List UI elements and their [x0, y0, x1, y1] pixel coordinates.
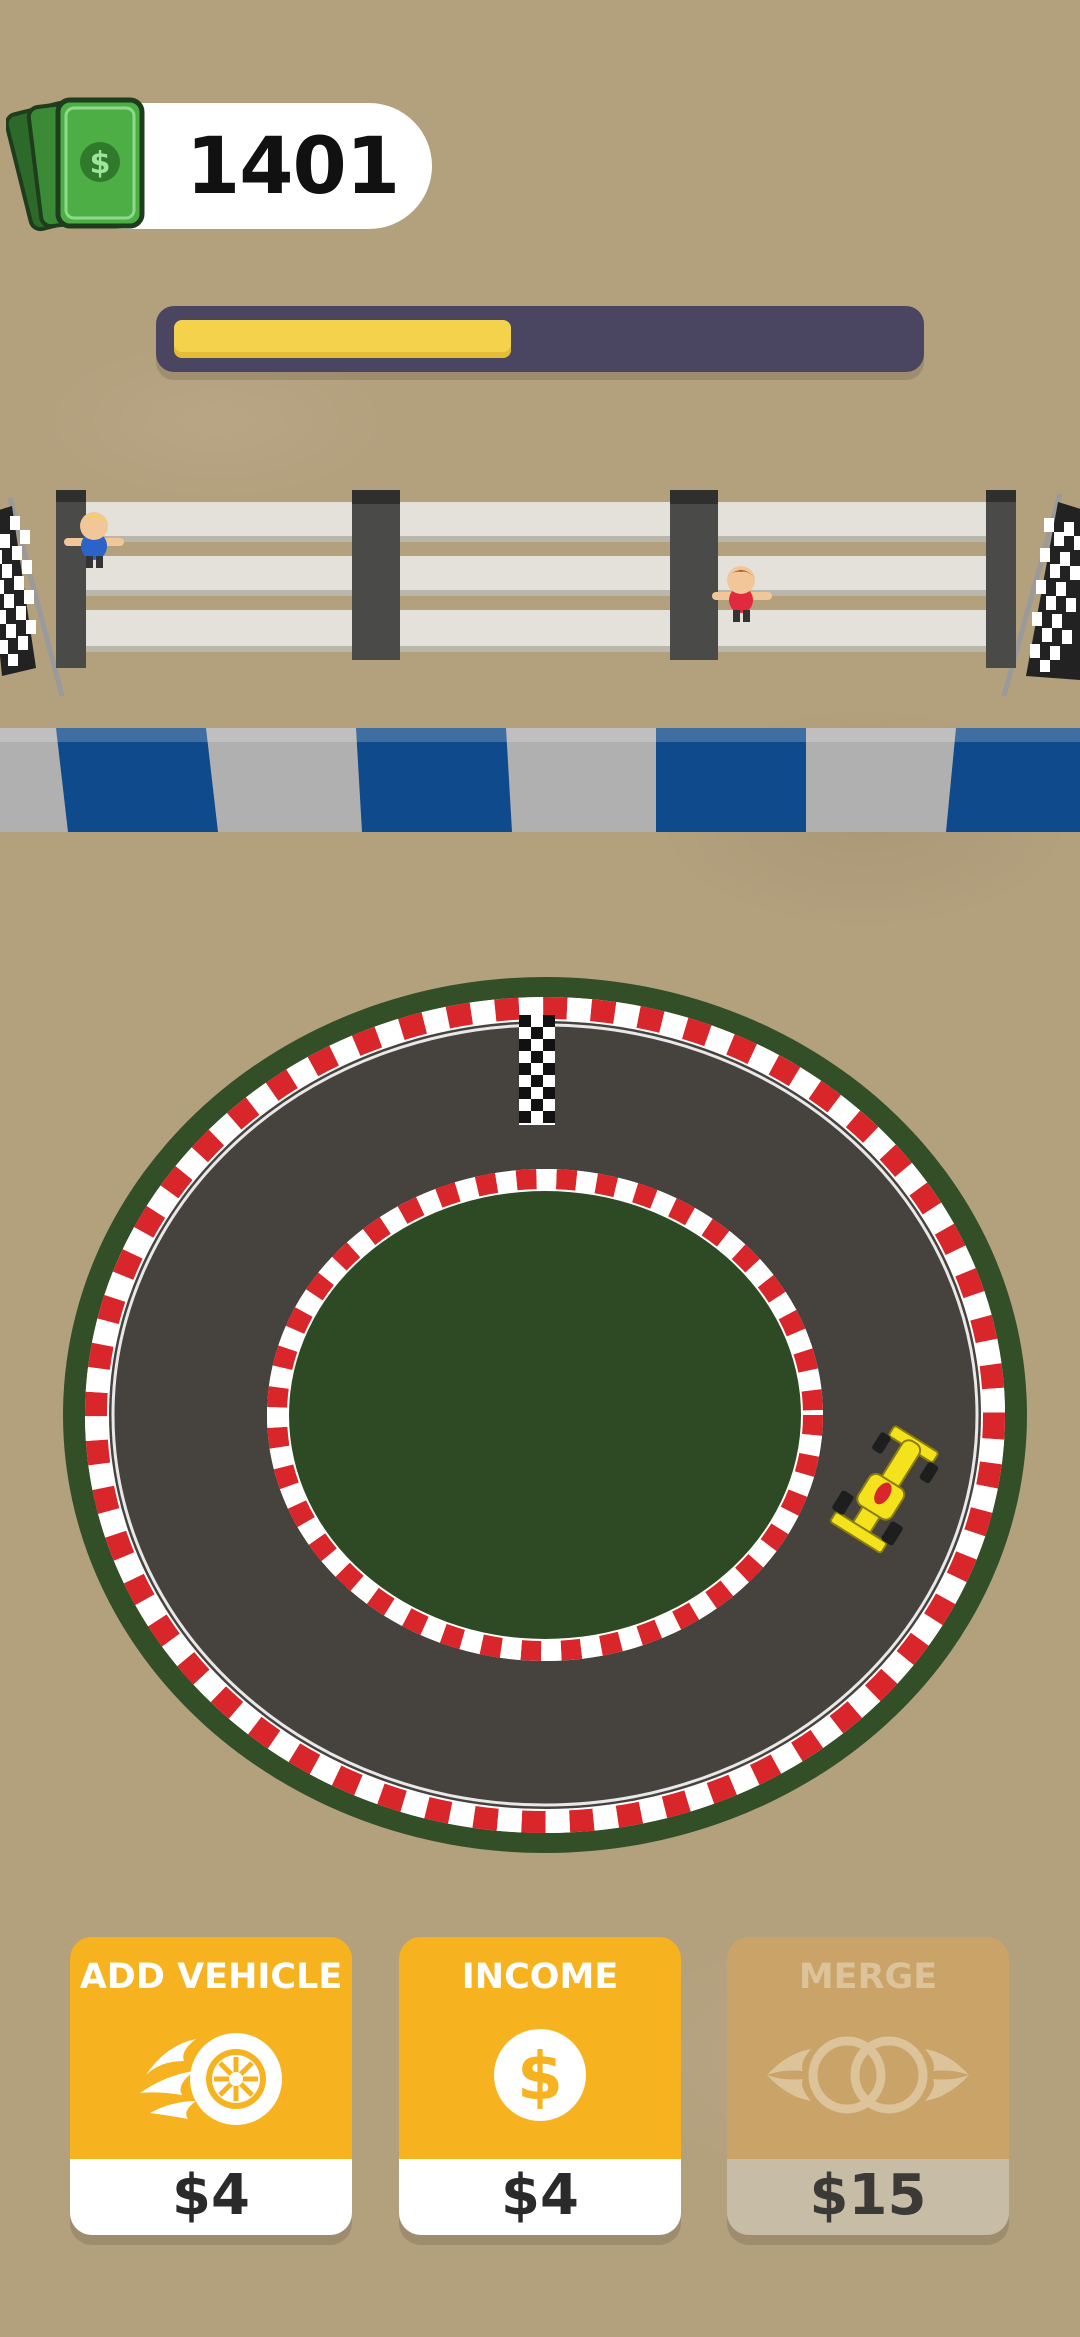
- cash-stack-icon: $: [6, 97, 145, 232]
- money-amount: 1401: [186, 122, 400, 212]
- add-vehicle-button[interactable]: ADD VEHICLE $4: [70, 1937, 352, 2235]
- add-vehicle-label: ADD VEHICLE: [79, 1957, 343, 1997]
- spectator-stands: [0, 490, 1080, 697]
- race-track: [63, 977, 1027, 1853]
- level-progress-bar: [156, 306, 924, 372]
- flaming-tire-icon: [140, 2033, 282, 2125]
- start-finish-line: [519, 1015, 555, 1125]
- merge-button[interactable]: MERGE $15: [727, 1937, 1009, 2235]
- income-button[interactable]: INCOME $ $4: [399, 1937, 681, 2235]
- level-progress-fill: [174, 320, 511, 358]
- merge-price: $15: [809, 2163, 927, 2228]
- dollar-coin-icon: $: [494, 2029, 586, 2121]
- add-vehicle-price: $4: [172, 2163, 250, 2228]
- merge-label: MERGE: [798, 1957, 938, 1997]
- income-label: INCOME: [461, 1957, 619, 1997]
- checkered-flag-left: [0, 497, 65, 697]
- merge-rings-icon: [767, 2036, 969, 2114]
- income-price: $4: [501, 2163, 579, 2228]
- track-barrier: [0, 728, 1080, 832]
- svg-text:$: $: [517, 2038, 563, 2115]
- svg-text:$: $: [90, 146, 111, 181]
